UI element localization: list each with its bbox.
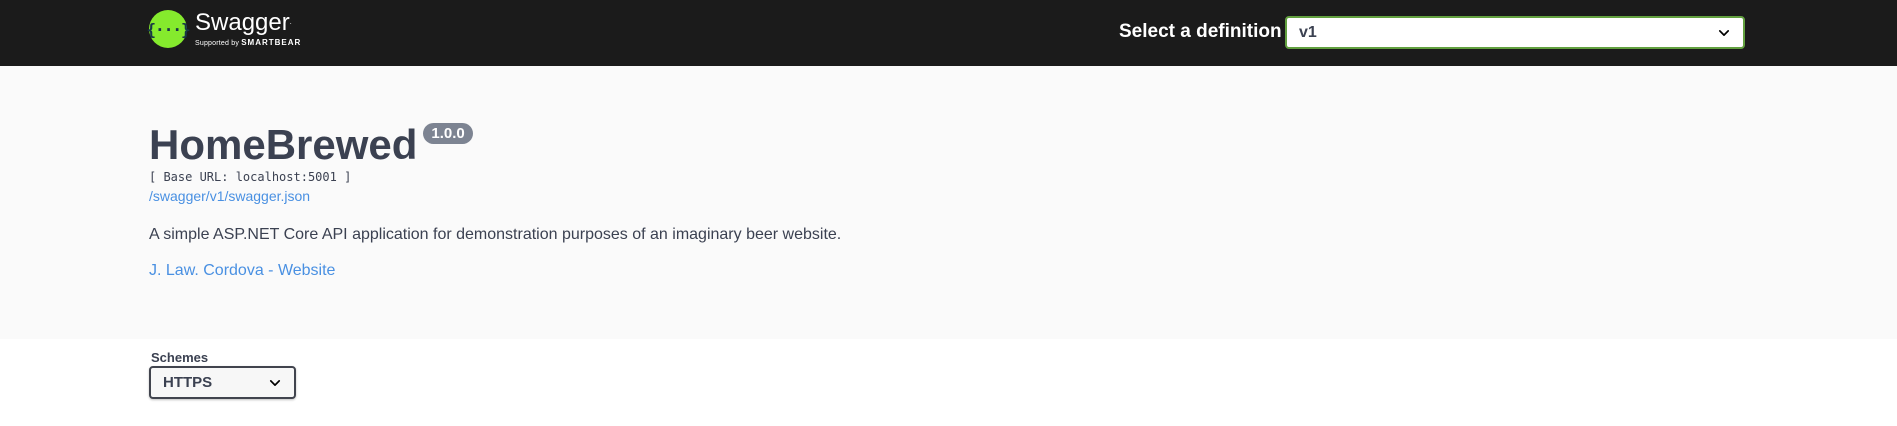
title-row: HomeBrewed 1.0.0 [149, 121, 473, 169]
contact-link[interactable]: J. Law. Cordova - Website [149, 262, 335, 280]
info-section: HomeBrewed 1.0.0 [ Base URL: localhost:5… [0, 66, 1897, 339]
schemes-section: Schemes HTTPS [0, 339, 1897, 426]
chevron-down-icon [269, 379, 281, 386]
definition-selected-value: v1 [1299, 23, 1317, 41]
spec-link[interactable]: /swagger/v1/swagger.json [149, 188, 310, 204]
version-badge: 1.0.0 [423, 123, 473, 144]
schemes-label: Schemes [151, 350, 209, 365]
logo-text: Swagger. Supported by SMARTBEAR [195, 9, 302, 48]
swagger-logo[interactable]: {···} Swagger. Supported by SMARTBEAR [146, 9, 302, 48]
swagger-logo-icon: {···} [146, 10, 191, 48]
logo-sub: Supported by SMARTBEAR [195, 38, 302, 47]
definition-select[interactable]: v1 [1285, 16, 1745, 49]
schemes-select[interactable]: HTTPS [149, 366, 296, 399]
schemes-selected-value: HTTPS [163, 374, 213, 391]
chevron-down-icon [1718, 29, 1730, 36]
api-title: HomeBrewed [149, 121, 418, 168]
api-description: A simple ASP.NET Core API application fo… [149, 226, 842, 243]
definition-label: Select a definition [1119, 21, 1282, 42]
topbar: {···} Swagger. Supported by SMARTBEAR Se… [0, 0, 1897, 66]
logo-name: Swagger. [195, 9, 292, 36]
base-url: [ Base URL: localhost:5001 ] [149, 170, 352, 184]
